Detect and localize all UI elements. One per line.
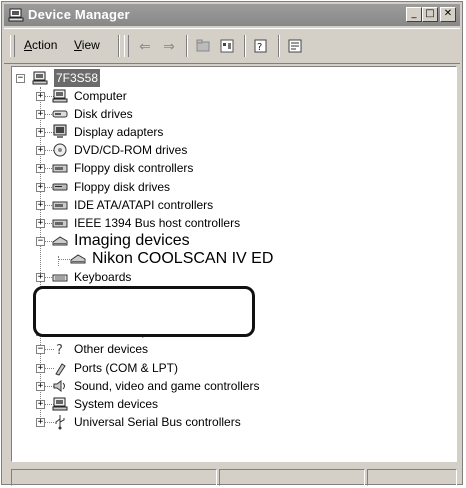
tree-item-label: Imaging devices [74,232,190,249]
toolbar-separator [186,35,188,57]
tree-item-label: IDE ATA/ATAPI controllers [74,198,214,212]
tree-item-label: Display adapters [74,125,164,139]
toolbar-grip[interactable] [10,35,15,57]
tree-item-label: Nikon COOLSCAN IV ED [92,250,274,267]
menu-toolbar: Action View ⇐ ⇒ ? [4,28,460,64]
computer-icon [52,89,68,103]
expand-toggle[interactable]: + [36,273,45,282]
expand-toggle[interactable]: + [36,364,45,373]
tree-root-label: 7F3S58 [54,69,101,87]
root-collapse-toggle[interactable]: − [16,74,25,83]
svg-text:?: ? [56,343,63,357]
computer-icon [32,71,48,85]
controller-icon [52,201,68,210]
floppy-icon [52,183,68,191]
device-manager-icon [8,8,24,22]
forward-arrow-icon[interactable]: ⇒ [158,36,180,56]
status-panel-3 [367,469,457,486]
expand-toggle[interactable]: + [36,128,45,137]
device-manager-window: Device Manager _ □ ✕ Action View ⇐ ⇒ ? −… [1,1,463,486]
computer-icon [52,397,68,411]
status-panel-2 [219,469,365,486]
tree-item-label: Disk drives [74,107,133,121]
scanner-icon [52,236,68,246]
toolbar-separator [244,35,246,57]
expand-toggle[interactable]: + [36,219,45,228]
tree-connector-child [58,256,59,266]
expand-toggle[interactable]: − [36,237,45,246]
expand-toggle[interactable]: + [36,92,45,101]
menu-view[interactable]: View [74,38,100,52]
cdrom-icon [53,143,67,157]
tree-item-label: Sound, video and game controllers [74,379,260,393]
monitor-icon [53,124,67,138]
highlight-callout [33,286,255,337]
tree-item-label: Universal Serial Bus controllers [74,415,241,429]
menu-view-accel: V [74,38,82,52]
expand-toggle[interactable]: + [36,201,45,210]
folder-icon[interactable] [192,36,214,56]
usb-icon [55,415,65,430]
tree-item-label: Floppy disk drives [74,180,171,194]
tree-item-label: Floppy disk controllers [74,161,194,175]
toolbar-separator [118,35,120,57]
title-bar[interactable]: Device Manager _ □ ✕ [4,4,460,26]
tree-item-label: IEEE 1394 Bus host controllers [74,216,241,230]
expand-toggle[interactable]: − [36,345,45,354]
tree-item-label: DVD/CD-ROM drives [74,143,188,157]
toolbar-grip-2[interactable] [124,35,129,57]
keyboard-icon [52,274,68,282]
properties-icon[interactable] [216,36,238,56]
expand-toggle[interactable]: + [36,146,45,155]
maximize-button[interactable]: □ [422,7,438,22]
menu-view-label: iew [81,38,100,52]
svg-text:?: ? [257,42,262,53]
tree-item-label: System devices [74,397,159,411]
menu-action-label: ction [32,38,58,52]
device-tree-pane[interactable]: − 7F3S58 + Computer + Disk drives + Display a… [11,66,457,462]
toolbar-separator [278,35,280,57]
back-arrow-icon[interactable]: ⇐ [134,36,156,56]
tree-item-label: Ports (COM & LPT) [74,361,179,375]
status-panel-1 [11,469,217,486]
close-button[interactable]: ✕ [440,7,456,22]
controller-icon [52,219,68,228]
expand-toggle[interactable]: + [36,164,45,173]
expand-toggle[interactable]: + [36,183,45,192]
scan-hardware-icon[interactable] [284,36,306,56]
port-icon [55,363,66,376]
expand-toggle[interactable]: + [36,110,45,119]
menu-action-accel: A [24,38,33,52]
sound-icon [53,380,65,392]
expand-toggle[interactable]: + [36,382,45,391]
help-icon[interactable]: ? [250,36,272,56]
scanner-icon [70,254,86,264]
tree-item-label: Other devices [74,342,149,356]
menu-action[interactable]: Action [24,38,57,52]
expand-toggle[interactable]: + [36,400,45,409]
window-title: Device Manager [28,7,130,22]
minimize-button[interactable]: _ [406,7,422,22]
expand-toggle[interactable]: + [36,418,45,427]
status-bar [11,469,457,486]
tree-item-label: Keyboards [74,270,132,284]
question-icon: ? [56,343,63,357]
tree-item-label: Computer [74,89,127,103]
controller-icon [52,164,68,173]
disk-drive-icon [52,110,68,118]
